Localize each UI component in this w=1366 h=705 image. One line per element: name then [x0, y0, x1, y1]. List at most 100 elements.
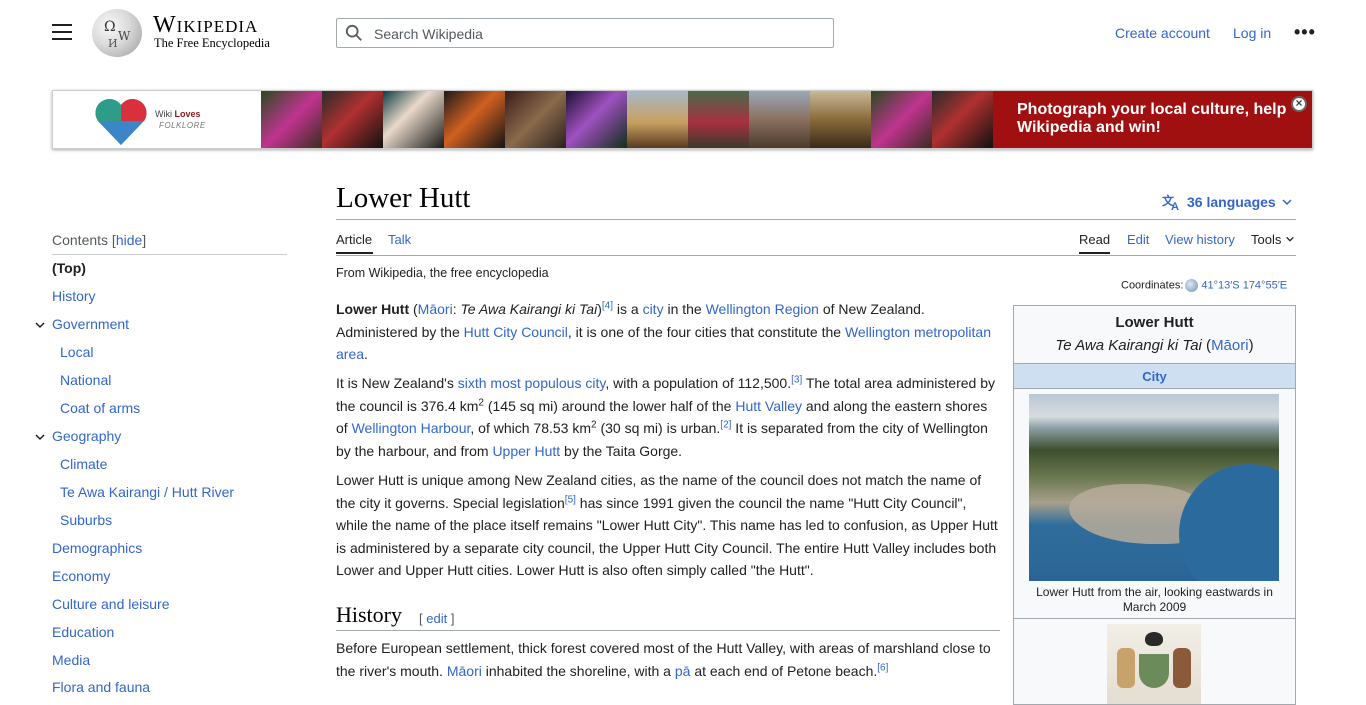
tab-read[interactable]: Read: [1079, 232, 1110, 247]
tools-menu[interactable]: Tools: [1251, 232, 1295, 247]
tab-article-underline: [336, 252, 373, 254]
coordinates[interactable]: Coordinates: 41°13′S 174°55′E: [1121, 279, 1287, 292]
toc-hide-link[interactable]: hide: [116, 232, 142, 248]
link-sixth-most-populous-city[interactable]: sixth most populous city: [458, 375, 606, 391]
toc-item-flora-and-fauna[interactable]: Flora and fauna: [52, 679, 150, 695]
search-icon: [345, 24, 362, 41]
paragraph-history: Before European settlement, thick forest…: [336, 640, 991, 679]
page-title: Lower Hutt: [336, 182, 471, 214]
banner-photo: [871, 91, 932, 148]
coordinates-label: Coordinates:: [1121, 279, 1184, 292]
link-pa[interactable]: pā: [675, 663, 691, 679]
tab-view-history[interactable]: View history: [1165, 232, 1235, 247]
toc-item-media[interactable]: Media: [52, 652, 90, 668]
banner-photo: [322, 91, 383, 148]
infobox: Lower Hutt Te Awa Kairangi ki Tai (Māori…: [1013, 305, 1296, 705]
infobox-type-bar: City: [1014, 363, 1295, 389]
banner-photo: [810, 91, 871, 148]
aerial-photo[interactable]: [1029, 394, 1279, 581]
infobox-subtitle: Te Awa Kairangi ki Tai (Māori): [1055, 337, 1254, 354]
tab-article[interactable]: Article: [336, 232, 372, 247]
tools-label: Tools: [1251, 232, 1282, 247]
tabs-divider: [336, 255, 1296, 256]
banner-photo: [932, 91, 993, 148]
toc-divider: [52, 254, 287, 255]
banner-photo: [261, 91, 322, 148]
toc-item-national[interactable]: National: [60, 372, 111, 388]
close-icon[interactable]: ×: [1291, 96, 1307, 112]
tab-edit[interactable]: Edit: [1127, 232, 1149, 247]
toc-item-economy[interactable]: Economy: [52, 568, 110, 584]
toc-item-history[interactable]: History: [52, 288, 96, 304]
folklore-text: FOLKLORE: [159, 121, 206, 130]
link-hutt-city-council[interactable]: Hutt City Council: [464, 324, 568, 340]
section-edit[interactable]: [ edit ]: [419, 611, 454, 626]
campaign-banner[interactable]: Wiki Loves FOLKLORE Photograph your loca…: [52, 90, 1313, 149]
chevron-down-icon: [1282, 199, 1292, 206]
link-wellington-region[interactable]: Wellington Region: [706, 301, 819, 317]
create-account-link[interactable]: Create account: [1115, 25, 1210, 41]
link-upper-hutt[interactable]: Upper Hutt: [492, 443, 560, 459]
link-maori-2[interactable]: Māori: [447, 663, 482, 679]
tab-talk[interactable]: Talk: [388, 232, 411, 247]
edit-section-link[interactable]: edit: [426, 611, 447, 626]
link-hutt-valley[interactable]: Hutt Valley: [735, 398, 802, 414]
toc-item-local[interactable]: Local: [60, 344, 93, 360]
tab-read-underline: [1079, 252, 1110, 254]
toc-heading: Contents [hide]: [52, 232, 147, 248]
banner-photo-strip: [261, 91, 993, 148]
chevron-down-icon: [1286, 236, 1294, 242]
wiki-loves-folklore-logo: Wiki Loves FOLKLORE: [53, 91, 261, 148]
main-menu-button[interactable]: [52, 24, 72, 42]
globe-icon: [1185, 279, 1199, 292]
wiki-loves-text: Wiki Loves: [155, 109, 201, 119]
banner-cta[interactable]: Photograph your local culture, help Wiki…: [993, 91, 1312, 148]
ref-4[interactable]: [4]: [602, 300, 613, 311]
chevron-down-icon[interactable]: [34, 431, 46, 443]
language-button[interactable]: 文 A 36 languages: [1162, 193, 1293, 211]
search-input[interactable]: [372, 19, 831, 49]
toc-item-coat-of-arms[interactable]: Coat of arms: [60, 400, 140, 416]
wikipedia-globe-logo[interactable]: ΩWИ: [92, 9, 142, 57]
toc-item-climate[interactable]: Climate: [60, 456, 107, 472]
infobox-title: Lower Hutt: [1115, 314, 1194, 331]
title-divider: [336, 219, 1296, 220]
infobox-divider: [1014, 618, 1295, 619]
link-maori[interactable]: Māori: [418, 301, 453, 317]
toc-item-top[interactable]: (Top): [52, 260, 86, 276]
translate-icon: 文 A: [1162, 193, 1179, 211]
section-divider: [336, 630, 1000, 631]
toc-item-geography[interactable]: Geography: [52, 428, 121, 444]
wikipedia-wordmark[interactable]: Wikipedia: [153, 12, 258, 39]
toc-item-culture-and-leisure[interactable]: Culture and leisure: [52, 596, 170, 612]
link-city[interactable]: city: [643, 301, 664, 317]
ref-6[interactable]: [6]: [877, 662, 888, 673]
language-count: 36 languages: [1187, 194, 1276, 210]
svg-text:A: A: [1171, 201, 1179, 211]
site-subtitle: From Wikipedia, the free encyclopedia: [336, 266, 549, 280]
hamburger-icon: [52, 24, 72, 26]
paragraph-naming: Lower Hutt is unique among New Zealand c…: [336, 472, 998, 579]
photo-caption: Lower Hutt from the air, looking eastwar…: [1036, 585, 1273, 614]
infobox-maori-link[interactable]: Māori: [1211, 337, 1249, 354]
toc-item-hutt-river[interactable]: Te Awa Kairangi / Hutt River: [60, 484, 234, 500]
section-heading-history: History: [336, 602, 402, 627]
toc-item-government[interactable]: Government: [52, 316, 129, 332]
coat-of-arms-image[interactable]: [1107, 624, 1201, 704]
infobox-type-link[interactable]: City: [1014, 369, 1295, 384]
toc-item-demographics[interactable]: Demographics: [52, 540, 142, 556]
ref-2[interactable]: [2]: [720, 420, 731, 431]
toc-item-suburbs[interactable]: Suburbs: [60, 512, 112, 528]
link-wellington-harbour[interactable]: Wellington Harbour: [352, 420, 471, 436]
chevron-down-icon[interactable]: [34, 319, 46, 331]
banner-photo: [749, 91, 810, 148]
login-link[interactable]: Log in: [1233, 25, 1271, 41]
maori-name: Te Awa Kairangi ki Tai: [460, 301, 598, 317]
banner-photo: [444, 91, 505, 148]
paragraph-intro: Lower Hutt (Māori: Te Awa Kairangi ki Ta…: [336, 300, 991, 363]
toc-item-education[interactable]: Education: [52, 624, 114, 640]
ref-3[interactable]: [3]: [791, 374, 802, 385]
ref-5[interactable]: [5]: [565, 494, 576, 505]
more-options-icon[interactable]: •••: [1294, 22, 1315, 42]
coordinates-link[interactable]: 41°13′S 174°55′E: [1201, 279, 1287, 291]
